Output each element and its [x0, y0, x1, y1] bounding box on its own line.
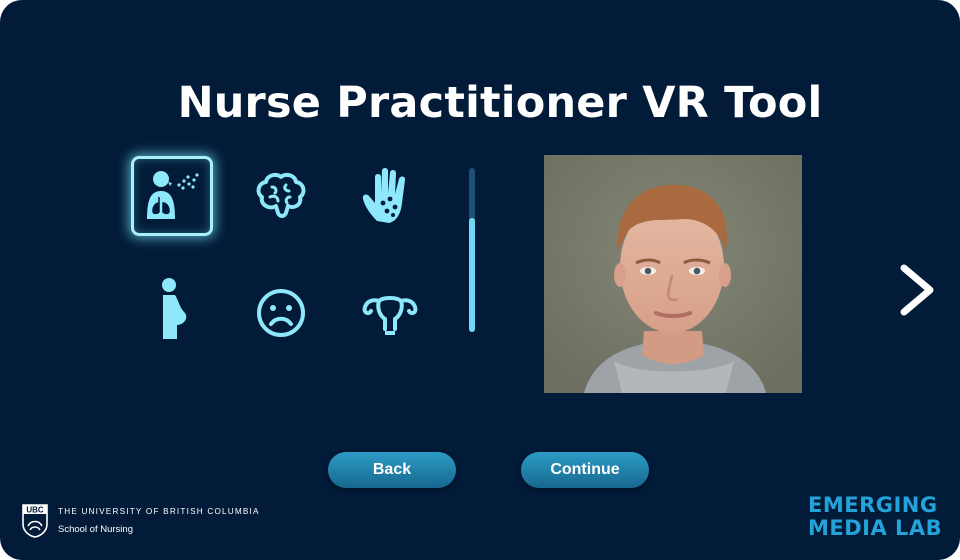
- category-reproductive-button[interactable]: [349, 268, 431, 348]
- lab-logo-line1: EMERGING: [808, 493, 938, 517]
- scrollbar-thumb[interactable]: [469, 218, 475, 332]
- category-pregnancy-button[interactable]: [131, 268, 213, 348]
- ubc-crest-text: UBC: [26, 506, 44, 515]
- category-skin-button[interactable]: [349, 156, 431, 236]
- continue-button[interactable]: Continue: [521, 452, 649, 488]
- emerging-media-lab-logo: EMERGING MEDIA LAB: [808, 493, 943, 540]
- skin-rash-hand-icon: [362, 168, 406, 223]
- pregnancy-icon: [162, 278, 187, 339]
- school-name: School of Nursing: [58, 524, 133, 535]
- patient-portrait: [544, 155, 802, 393]
- category-scrollbar[interactable]: [469, 168, 475, 332]
- back-button[interactable]: Back: [328, 452, 456, 488]
- app-screen: Nurse Practitioner VR Tool Back Continue…: [0, 0, 960, 560]
- category-mental-health-button[interactable]: [240, 268, 322, 348]
- chevron-right-icon[interactable]: [896, 262, 940, 318]
- uterus-icon: [362, 296, 418, 335]
- respiratory-icon: [147, 171, 199, 219]
- category-respiratory-button[interactable]: [131, 156, 213, 236]
- ubc-crest-icon: UBC: [22, 504, 48, 538]
- page-title: Nurse Practitioner VR Tool: [177, 78, 823, 128]
- patient-portrait-image: [544, 155, 802, 393]
- lab-logo-line2: MEDIA LAB: [808, 516, 943, 540]
- university-name: THE UNIVERSITY OF BRITISH COLUMBIA: [58, 507, 260, 516]
- sad-face-icon: [257, 289, 305, 337]
- brain-icon: [256, 172, 306, 218]
- category-brain-button[interactable]: [240, 156, 322, 236]
